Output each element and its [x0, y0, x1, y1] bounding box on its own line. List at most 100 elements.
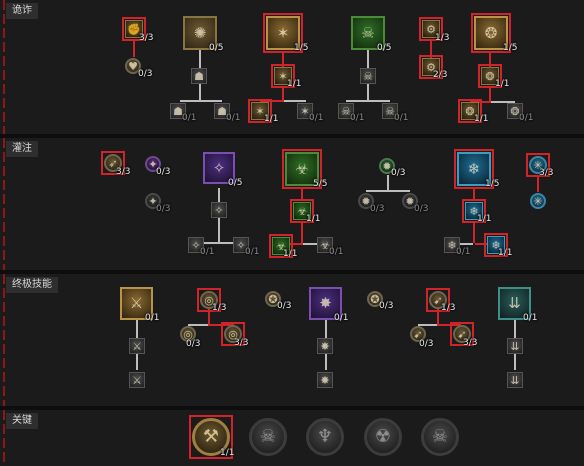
key-passive-skull[interactable]: ☠ [421, 418, 459, 456]
skill-node-smoke-enhanced[interactable]: ☗ [191, 68, 207, 84]
skill-node-debilitating-toxins[interactable]: ✹ 0/3 [358, 193, 384, 214]
section-ultimate: 终极技能 [0, 274, 584, 406]
skill-node-agile-1[interactable]: ✊ 3/3 [122, 17, 153, 43]
connector-line [437, 308, 439, 324]
skill-node-shadow-imbuement-upgrade-b[interactable]: ✧ 0/1 [233, 237, 259, 257]
skill-node-shadow-imbuement[interactable]: ✧ 0/5 [203, 152, 242, 188]
skill-node-innervation[interactable]: ✪ 0/3 [265, 291, 291, 311]
section-title: 灌注 [6, 141, 38, 157]
skill-node-cold-imbuement-enhanced[interactable]: ❄ 1/1 [462, 199, 491, 224]
skill-node-cold-imbuement[interactable]: ❄ 1/5 [454, 149, 499, 189]
skill-node-impetus[interactable]: ➹ 0/3 [410, 326, 433, 349]
connector-line [473, 188, 475, 201]
death-trap-icon: ✸ [320, 339, 330, 353]
connector-line [282, 52, 284, 67]
connector-line [301, 188, 303, 201]
skill-node-trap-mastery-2[interactable]: ⚙ 2/3 [419, 55, 447, 80]
rain-of-arrows-icon: ⇊ [510, 339, 520, 353]
skill-node-adrenaline-rush[interactable]: ✪ 0/3 [367, 291, 393, 311]
skull-key-icon: ☠ [431, 426, 449, 447]
connector-line [473, 221, 475, 243]
skill-node-death-trap-prime[interactable]: ✸ [317, 338, 333, 354]
skill-node-precision-imbuement[interactable]: ✳ 3/3 [526, 153, 553, 178]
skill-node-poison-trap-enhanced[interactable]: ☠ [360, 68, 376, 84]
skill-node-death-trap-supreme[interactable]: ✸ [317, 372, 333, 388]
skill-node-poison-imbuement-enhanced[interactable]: ☣ 1/1 [290, 199, 320, 224]
skill-node-poison-trap-upgrade-a[interactable]: ☠ 0/1 [338, 103, 364, 123]
key-passive-horned-skull[interactable]: ♆ [306, 418, 344, 456]
skill-node-smoke-upgrade-a[interactable]: ☗ 0/1 [170, 103, 196, 123]
demon-skull-icon: ☠ [259, 426, 277, 447]
skill-node-deadly-venom[interactable]: ✹ 0/3 [379, 158, 405, 178]
skill-node-haste[interactable]: ➹ 1/3 [426, 288, 455, 313]
connector-line [430, 41, 432, 59]
skill-node-consuming-shadows[interactable]: ✦ 0/3 [145, 193, 170, 214]
connector-line [199, 50, 201, 68]
figure-icon: ☗ [194, 69, 204, 83]
skill-node-smoke-upgrade-b[interactable]: ☗ 0/1 [214, 103, 240, 123]
skill-node-agile-2[interactable]: ♥ 0/3 [125, 58, 152, 79]
key-passive-demon-skull[interactable]: ☠ [249, 418, 287, 456]
skill-node-dark-shroud-upgrade-b[interactable]: ❂ 0/1 [507, 103, 533, 123]
skill-node-trap-mastery[interactable]: ⚙ 1/3 [419, 17, 449, 43]
skill-node-precision[interactable]: ◎ 1/3 [197, 288, 226, 313]
key-passive-twin-skull[interactable]: ☢ [364, 418, 402, 456]
skill-node-concussive[interactable]: ◎ 3/3 [221, 322, 248, 348]
skill-node-shadow-clone[interactable]: ⚔ 0/1 [120, 287, 159, 323]
skill-node-poison-trap-upgrade-b[interactable]: ☠ 0/1 [382, 103, 408, 123]
connector-line [514, 320, 516, 338]
connector-line [301, 221, 303, 243]
skill-node-cold-imbuement-upgrade-b[interactable]: ❄ 0/1 [444, 237, 470, 257]
skill-node-cold-imbuement-upgrade-a[interactable]: ❄ 1/1 [484, 233, 512, 258]
connector-line [514, 354, 516, 370]
connector-line [325, 320, 327, 338]
connector-line [367, 50, 369, 68]
skill-node-dark-shroud-enhanced[interactable]: ❂ 1/1 [478, 64, 509, 89]
skill-node-frigid-finesse[interactable]: ✳ [530, 193, 546, 209]
section-title: 终极技能 [6, 277, 58, 293]
skill-node-trick-attacks[interactable]: ◎ 0/3 [180, 326, 200, 349]
skill-node-rain-of-arrows-supreme[interactable]: ⇊ [507, 372, 523, 388]
skill-node-caltrops-enhanced[interactable]: ✶ 1/1 [271, 64, 301, 89]
skill-node-rain-of-arrows[interactable]: ⇊ 0/1 [498, 287, 537, 323]
skill-node-poison-imbuement[interactable]: ☣ 5/5 [282, 149, 327, 189]
skill-node-alchemical-advantage[interactable]: ✹ 0/3 [402, 193, 428, 214]
skull-icon: ☠ [363, 69, 373, 83]
skill-node-dark-shroud-upgrade-a[interactable]: ❂ 1/1 [458, 99, 488, 124]
skill-node-caltrops-upgrade-b[interactable]: ✶ 0/1 [297, 103, 323, 123]
skill-node-vigor[interactable]: ➹ 3/3 [450, 322, 477, 348]
connector-line [136, 354, 138, 370]
skill-node-poison-imbuement-upgrade-b[interactable]: ☣ 0/1 [317, 237, 343, 257]
connector-line [284, 100, 306, 102]
death-trap-icon: ✸ [320, 373, 330, 387]
skill-node-caltrops[interactable]: ✶ 1/5 [263, 13, 308, 53]
rain-of-arrows-icon: ⇊ [510, 373, 520, 387]
skill-node-dark-shroud[interactable]: ❂ 1/5 [471, 13, 517, 53]
skill-node-death-trap[interactable]: ✸ 0/1 [309, 287, 348, 323]
skill-node-rain-of-arrows-prime[interactable]: ⇊ [507, 338, 523, 354]
skill-node-exploit[interactable]: ➶ 3/3 [101, 151, 130, 177]
shadow-clone-icon: ⚔ [132, 339, 142, 353]
section-title: 诡诈 [6, 3, 38, 19]
connector-line [133, 41, 135, 57]
skill-node-poison-imbuement-upgrade-a[interactable]: ☣ 1/1 [269, 234, 297, 259]
twin-skull-icon: ☢ [374, 426, 392, 447]
connector-line [367, 84, 369, 100]
connector-line [489, 52, 491, 67]
skill-node-poison-trap[interactable]: ☠ 0/5 [351, 16, 391, 53]
skill-node-smoke-grenade[interactable]: ✺ 0/5 [183, 16, 223, 53]
connector-line [218, 188, 220, 202]
skill-node-shadow-imbuement-enhanced[interactable]: ✧ [211, 202, 227, 218]
key-passive-precision[interactable]: ⚒ 1/1 [189, 415, 234, 459]
skill-node-shadow-imbuement-upgrade-a[interactable]: ✧ 0/1 [188, 237, 214, 257]
skill-node-caltrops-upgrade-a[interactable]: ✶ 1/1 [248, 99, 278, 124]
connector-line [136, 320, 138, 338]
connector-line [346, 100, 390, 102]
skill-node-shadow-clone-supreme[interactable]: ⚔ [129, 372, 145, 388]
connector-line [387, 175, 389, 191]
skill-node-shadow-clone-prime[interactable]: ⚔ [129, 338, 145, 354]
skill-node-shadow-crash[interactable]: ✦ 0/3 [145, 156, 170, 177]
frost-icon: ✳ [533, 194, 543, 208]
connector-line [325, 354, 327, 370]
shadow-imbue-icon: ✧ [214, 203, 224, 217]
